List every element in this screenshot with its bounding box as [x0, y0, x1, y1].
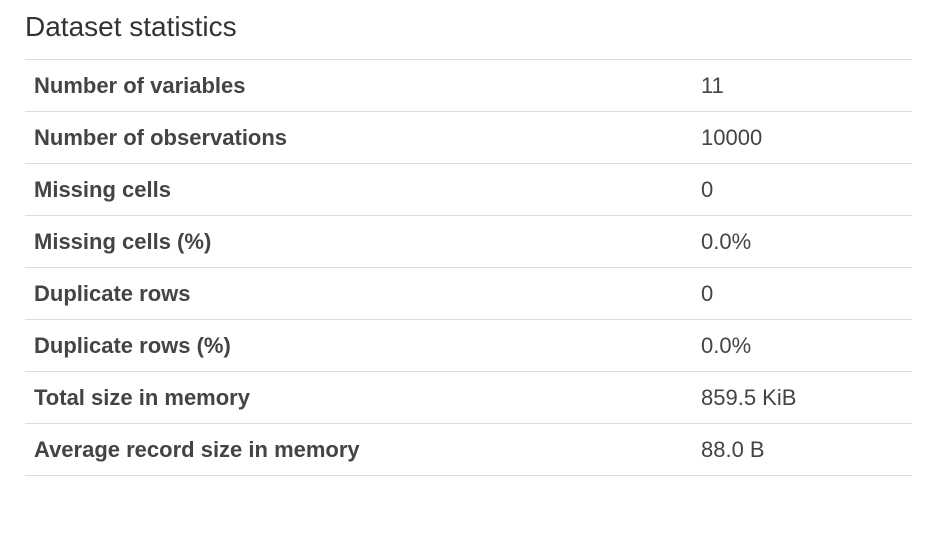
statistics-table: Number of variables 11 Number of observa… — [25, 59, 912, 476]
stat-label: Duplicate rows — [25, 267, 701, 320]
stat-label: Total size in memory — [25, 371, 701, 424]
stat-label: Number of variables — [25, 59, 701, 112]
table-row: Number of observations 10000 — [25, 111, 912, 164]
stat-value: 88.0 B — [701, 423, 912, 476]
stat-value: 0 — [701, 163, 912, 216]
stat-label: Missing cells (%) — [25, 215, 701, 268]
stat-label: Number of observations — [25, 111, 701, 164]
stat-value: 0.0% — [701, 319, 912, 372]
stat-value: 10000 — [701, 111, 912, 164]
table-row: Missing cells 0 — [25, 163, 912, 216]
table-row: Total size in memory 859.5 KiB — [25, 371, 912, 424]
dataset-statistics-panel: Dataset statistics Number of variables 1… — [0, 0, 936, 536]
table-row: Duplicate rows 0 — [25, 267, 912, 320]
stat-value: 0.0% — [701, 215, 912, 268]
stat-value: 11 — [701, 59, 912, 112]
stat-label: Missing cells — [25, 163, 701, 216]
stat-label: Average record size in memory — [25, 423, 701, 476]
stat-label: Duplicate rows (%) — [25, 319, 701, 372]
table-row: Number of variables 11 — [25, 59, 912, 112]
section-title: Dataset statistics — [25, 11, 237, 42]
stat-value: 0 — [701, 267, 912, 320]
table-row: Duplicate rows (%) 0.0% — [25, 319, 912, 372]
table-row: Average record size in memory 88.0 B — [25, 423, 912, 476]
stat-value: 859.5 KiB — [701, 371, 912, 424]
table-row: Missing cells (%) 0.0% — [25, 215, 912, 268]
